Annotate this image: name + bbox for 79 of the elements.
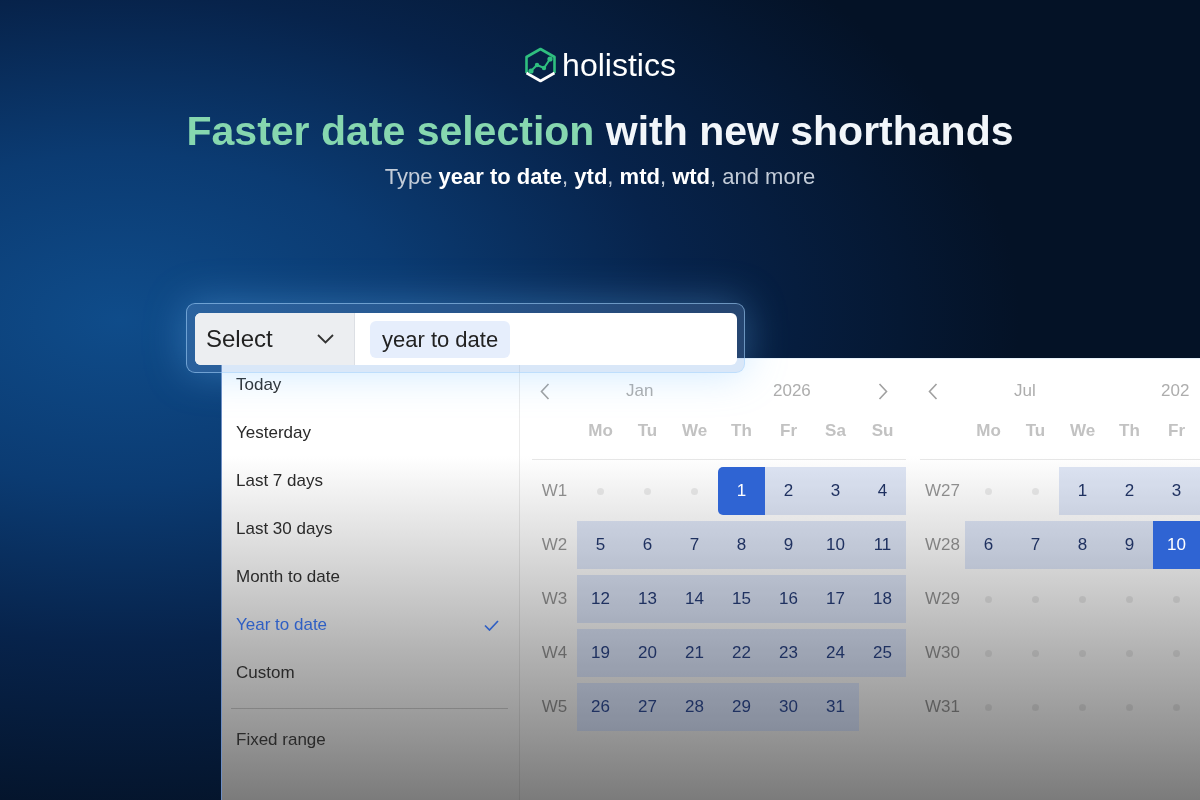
day-cell[interactable]: 20 (624, 629, 671, 677)
weekday-label: Mo (587, 419, 614, 442)
week-number: W31 (924, 696, 961, 719)
day-cell[interactable]: 29 (718, 683, 765, 731)
day-cell[interactable]: 16 (765, 575, 812, 623)
day-cell[interactable]: 4 (859, 467, 906, 515)
filter-chip[interactable]: year to date (370, 320, 511, 358)
day-cell[interactable]: 30 (765, 683, 812, 731)
week-number: W5 (540, 696, 569, 719)
day-cell[interactable]: 31 (812, 683, 859, 731)
week-number: W30 (924, 642, 961, 665)
day-cell[interactable]: 8 (718, 521, 765, 569)
week-number: W3 (540, 588, 569, 611)
weekday-label: Tu (636, 419, 659, 442)
weekday-label: We (1068, 419, 1097, 442)
day-cell[interactable]: 9 (765, 521, 812, 569)
day-cell[interactable]: 19 (577, 629, 624, 677)
day-cell[interactable]: 5 (577, 521, 624, 569)
weekday-label: Sa (824, 419, 847, 442)
day-cell[interactable]: 8 (1059, 521, 1106, 569)
preset-option[interactable]: Fixed range (222, 716, 519, 764)
day-cell[interactable]: 2 (1106, 467, 1153, 515)
weekday-label: Tu (1024, 419, 1047, 442)
day-cell[interactable]: 1 (1059, 467, 1106, 515)
weekday-label: Mo (975, 419, 1002, 442)
brand-name: holistics (562, 46, 676, 84)
day-cell[interactable]: 11 (859, 521, 906, 569)
day-cell[interactable]: 7 (1012, 521, 1059, 569)
day-cell[interactable]: 15 (718, 575, 765, 623)
weekday-label: Th (730, 419, 753, 442)
day-cell[interactable]: 27 (624, 683, 671, 731)
mode-select[interactable]: Select (195, 313, 355, 365)
chevron-down-icon (317, 334, 334, 344)
day-cell[interactable]: 6 (965, 521, 1012, 569)
day-cell[interactable]: 28 (671, 683, 718, 731)
day-cell[interactable]: 24 (812, 629, 859, 677)
day-cell[interactable]: 21 (671, 629, 718, 677)
chevron-right-icon[interactable] (877, 382, 888, 400)
day-cell[interactable]: 13 (624, 575, 671, 623)
check-icon (484, 619, 499, 631)
weekday-label: Fr (779, 419, 798, 442)
day-cell[interactable]: 23 (765, 629, 812, 677)
week-number: W29 (924, 588, 961, 611)
chevron-left-icon[interactable] (540, 382, 550, 400)
week-number: W28 (924, 534, 961, 557)
day-cell[interactable]: 22 (718, 629, 765, 677)
weekday-label: We (680, 419, 709, 442)
weekday-label: Fr (1167, 419, 1186, 442)
preset-option[interactable]: Month to date (222, 553, 519, 601)
day-cell[interactable]: 12 (577, 575, 624, 623)
day-cell[interactable]: 3 (1153, 467, 1200, 515)
day-cell[interactable]: 18 (859, 575, 906, 623)
weekday-label: Su (870, 419, 895, 442)
day-cell[interactable]: 3 (812, 467, 859, 515)
subtitle: Type year to date, ytd, mtd, wtd, and more (383, 163, 817, 191)
headline: Faster date selection with new shorthands (185, 107, 1015, 155)
preset-option[interactable]: Yesterday (222, 409, 519, 457)
chevron-left-icon[interactable] (928, 382, 938, 400)
date-input-field[interactable]: Select year to date (195, 313, 737, 365)
week-number: W4 (540, 642, 569, 665)
logo-icon (524, 47, 558, 83)
day-cell[interactable]: 10 (812, 521, 859, 569)
week-number: W1 (540, 480, 569, 503)
day-cell[interactable]: 2 (765, 467, 812, 515)
day-cell[interactable]: 17 (812, 575, 859, 623)
day-cell[interactable]: 26 (577, 683, 624, 731)
day-cell[interactable]: 9 (1106, 521, 1153, 569)
preset-option[interactable]: Last 7 days (222, 457, 519, 505)
day-cell[interactable]: 1 (718, 467, 765, 515)
week-number: W27 (924, 480, 961, 503)
preset-option[interactable]: Custom (222, 649, 519, 697)
day-cell[interactable]: 14 (671, 575, 718, 623)
day-cell[interactable]: 7 (671, 521, 718, 569)
weekday-label: Th (1118, 419, 1141, 442)
preset-option[interactable]: Last 30 days (222, 505, 519, 553)
day-cell[interactable]: 25 (859, 629, 906, 677)
week-number: W2 (540, 534, 569, 557)
day-cell[interactable]: 6 (624, 521, 671, 569)
day-cell[interactable]: 10 (1153, 521, 1200, 569)
